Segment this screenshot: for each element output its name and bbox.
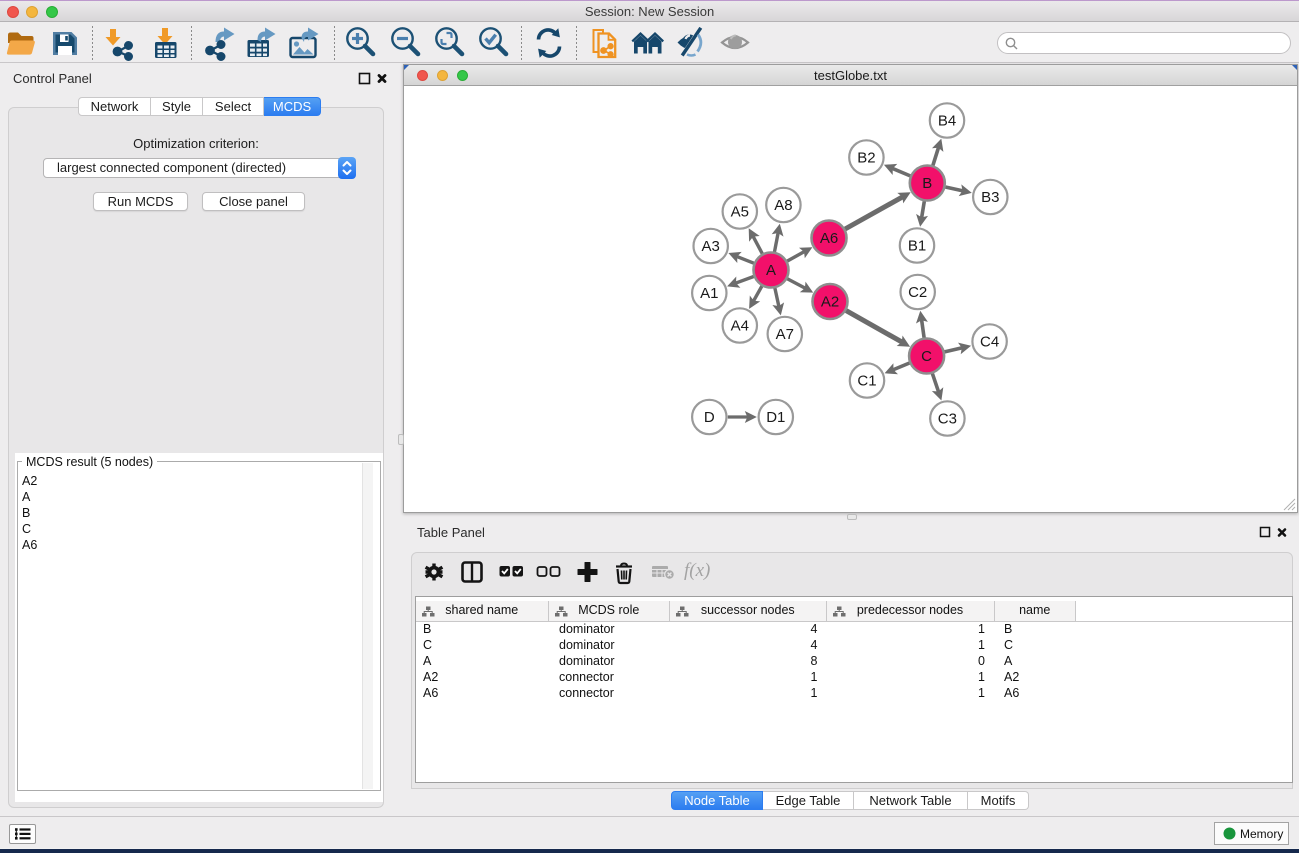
svg-text:A7: A7 [776,326,794,343]
svg-text:B1: B1 [908,238,926,255]
svg-text:D1: D1 [766,409,785,426]
svg-text:A6: A6 [820,230,838,247]
svg-text:B: B [922,175,932,192]
svg-text:C: C [921,348,932,365]
svg-text:B4: B4 [938,113,956,130]
svg-text:C4: C4 [980,334,999,351]
svg-text:B2: B2 [857,150,875,167]
svg-text:A3: A3 [702,238,720,255]
svg-text:C1: C1 [857,373,876,390]
svg-text:B3: B3 [981,189,999,206]
svg-text:A2: A2 [821,294,839,311]
svg-text:A5: A5 [731,204,749,221]
svg-text:C2: C2 [908,284,927,301]
svg-text:A: A [766,262,776,279]
svg-text:A4: A4 [731,318,749,335]
svg-text:C3: C3 [938,411,957,428]
svg-text:A1: A1 [700,285,718,302]
svg-text:D: D [704,409,715,426]
svg-text:A8: A8 [774,197,792,214]
